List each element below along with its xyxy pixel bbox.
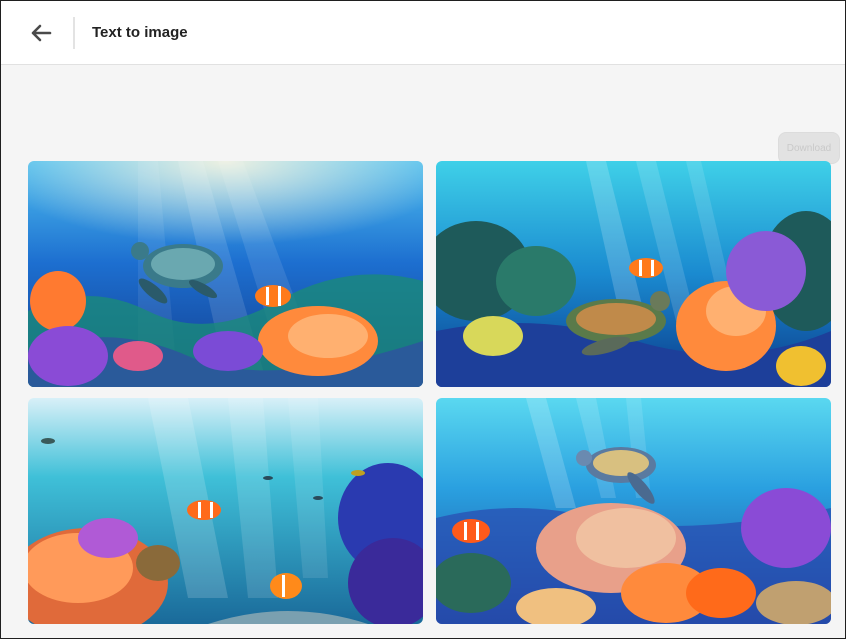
- arrow-left-icon: [31, 24, 52, 42]
- page-title: Text to image: [92, 24, 188, 41]
- generated-image-4[interactable]: [436, 398, 831, 624]
- generated-image-3[interactable]: [28, 398, 423, 624]
- header-divider: [73, 17, 75, 49]
- app-window: Text to image Download: [0, 0, 846, 639]
- generated-image-1[interactable]: [28, 161, 423, 387]
- top-bar: Text to image: [1, 1, 845, 65]
- download-button[interactable]: Download: [778, 132, 840, 164]
- generated-image-2[interactable]: [436, 161, 831, 387]
- back-button[interactable]: [25, 17, 57, 49]
